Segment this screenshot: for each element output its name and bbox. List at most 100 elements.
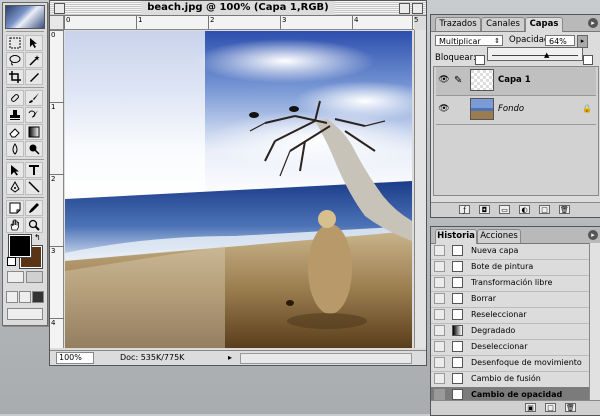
notes-tool-icon[interactable] (6, 200, 24, 216)
history-item[interactable]: Bote de pintura (431, 259, 590, 276)
crop-tool-icon[interactable] (6, 69, 24, 85)
brush-link-icon[interactable]: ✎ (454, 75, 462, 86)
history-item[interactable]: Deseleccionar (431, 339, 590, 356)
trash-icon[interactable]: 🗑 (559, 205, 570, 214)
palette-menu-icon[interactable]: ▸ (588, 18, 598, 28)
blend-mode-select[interactable]: Multiplicar ⇕ (435, 35, 503, 46)
ruler-horizontal[interactable]: 0 1 2 3 4 5 (64, 16, 418, 30)
history-item-label: Nueva capa (471, 246, 519, 255)
layer-row-capa-1[interactable]: 👁 ✎ Capa 1 (436, 67, 596, 96)
standard-mode-icon[interactable] (7, 271, 24, 283)
lock-all-checkbox[interactable] (583, 55, 593, 65)
visibility-eye-icon[interactable]: 👁 (438, 104, 450, 116)
blur-tool-icon[interactable] (6, 141, 24, 157)
ruler-vertical[interactable]: 0 1 2 3 4 (50, 30, 64, 348)
zoom-level-field[interactable]: 100% (56, 352, 94, 364)
trash-icon[interactable]: 🗑 (565, 403, 576, 412)
zoom-tool-icon[interactable] (25, 217, 43, 233)
tab-historia[interactable]: Historia (435, 229, 477, 244)
history-item[interactable]: Degradado (431, 323, 590, 340)
history-brush-source-checkbox[interactable] (434, 309, 445, 320)
tab-canales[interactable]: Canales (481, 17, 525, 31)
jump-to-imageready-icon[interactable] (7, 308, 43, 320)
toolbox-divider (6, 87, 44, 88)
clone-stamp-icon[interactable] (6, 107, 24, 123)
brush-tool-icon[interactable] (25, 90, 43, 106)
history-item-label: Cambio de opacidad (471, 390, 563, 399)
history-item[interactable]: Borrar (431, 291, 590, 308)
screen-mode-standard-icon[interactable] (6, 291, 18, 303)
screen-mode-full-icon[interactable] (32, 291, 44, 303)
slice-tool-icon[interactable] (25, 69, 43, 85)
toolbox-divider (6, 197, 44, 198)
history-item[interactable]: Reseleccionar (431, 307, 590, 324)
tab-acciones[interactable]: Acciones (477, 229, 521, 243)
layers-list: 👁 ✎ Capa 1 👁 Fondo 🔒 (433, 66, 599, 196)
image-canvas[interactable] (65, 31, 412, 348)
new-set-icon[interactable]: ▭ (499, 205, 510, 214)
type-tool-icon[interactable] (25, 162, 43, 178)
ruler-origin[interactable] (50, 16, 64, 30)
history-brush-source-checkbox[interactable] (434, 373, 445, 384)
dodge-tool-icon[interactable] (25, 141, 43, 157)
history-brush-source-checkbox[interactable] (434, 357, 445, 368)
gradient-tool-icon[interactable] (25, 124, 43, 140)
palette-menu-icon[interactable]: ▸ (588, 230, 598, 240)
new-layer-icon[interactable]: □ (539, 205, 550, 214)
lock-transparency-checkbox[interactable] (475, 55, 485, 65)
screen-mode-full-menu-icon[interactable] (19, 291, 31, 303)
horizontal-scrollbar[interactable] (240, 353, 412, 364)
new-adjustment-layer-icon[interactable]: ◐ (519, 205, 530, 214)
history-item[interactable]: Cambio de fusión (431, 371, 590, 388)
lasso-tool-icon[interactable] (6, 52, 24, 68)
opacity-slider-thumb[interactable]: ▲ (544, 52, 549, 59)
visibility-eye-icon[interactable]: 👁 (438, 75, 450, 87)
vertical-scrollbar[interactable] (414, 30, 426, 348)
history-item[interactable]: Desenfoque de movimiento (431, 355, 590, 372)
new-document-from-state-icon[interactable]: ▣ (525, 403, 536, 412)
default-colors-icon[interactable] (7, 257, 16, 266)
eraser-tool-icon[interactable] (6, 124, 24, 140)
history-brush-source-checkbox[interactable] (434, 341, 445, 352)
history-scrollbar[interactable] (589, 243, 600, 401)
line-tool-icon[interactable] (25, 179, 43, 195)
close-box-icon[interactable] (54, 3, 65, 14)
ruler-tick-label: 2 (208, 16, 214, 29)
eyedropper-tool-icon[interactable] (25, 200, 43, 216)
history-brush-source-checkbox[interactable] (434, 325, 445, 336)
history-brush-source-checkbox[interactable] (434, 277, 445, 288)
quick-mask-mode-icon[interactable] (26, 271, 43, 283)
new-snapshot-icon[interactable]: □ (545, 403, 556, 412)
hand-tool-icon[interactable] (6, 217, 24, 233)
foreground-color-swatch[interactable] (8, 234, 32, 258)
history-brush-source-checkbox[interactable] (434, 261, 445, 272)
opacity-field[interactable]: 64% (545, 35, 575, 46)
document-title-bar[interactable]: beach.jpg @ 100% (Capa 1,RGB) (50, 1, 426, 16)
collapse-box-icon[interactable] (412, 3, 423, 14)
add-mask-icon[interactable]: ◘ (479, 205, 490, 214)
history-brush-source-checkbox[interactable] (434, 245, 445, 256)
path-selection-icon[interactable] (6, 162, 24, 178)
opacity-slider[interactable]: ▲ (487, 47, 583, 61)
magic-wand-tool-icon[interactable] (25, 52, 43, 68)
history-brush-icon[interactable] (25, 107, 43, 123)
zoom-box-icon[interactable] (399, 3, 410, 14)
healing-brush-icon[interactable] (6, 90, 24, 106)
pen-tool-icon[interactable] (6, 179, 24, 195)
chevron-down-icon: ⇕ (494, 37, 500, 45)
status-menu-arrow-icon[interactable]: ▸ (228, 353, 232, 362)
tab-trazados[interactable]: Trazados (435, 17, 481, 31)
tab-capas[interactable]: Capas (525, 17, 563, 32)
app-logo[interactable] (5, 5, 45, 29)
history-item[interactable]: Nueva capa (431, 243, 590, 260)
add-layer-style-icon[interactable]: ƒ (459, 205, 470, 214)
history-brush-source-checkbox[interactable] (434, 293, 445, 304)
marquee-tool-icon[interactable] (6, 35, 24, 51)
history-item-selected[interactable]: Cambio de opacidad (431, 387, 590, 401)
history-item[interactable]: Transformación libre (431, 275, 590, 292)
layer-row-fondo[interactable]: 👁 Fondo 🔒 (436, 96, 596, 125)
history-state-slider-icon[interactable] (434, 389, 445, 400)
history-step-icon (452, 245, 463, 256)
swap-colors-icon[interactable]: ↰ (34, 233, 41, 242)
move-tool-icon[interactable] (25, 35, 43, 51)
